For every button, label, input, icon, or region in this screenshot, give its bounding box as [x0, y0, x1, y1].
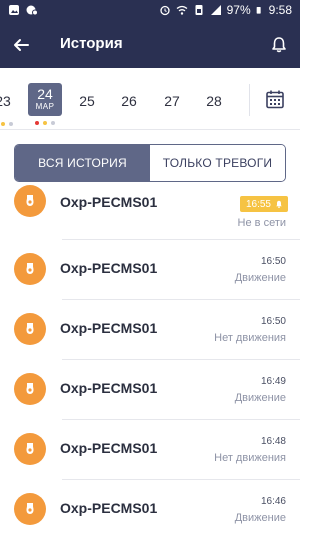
motion-sensor-icon [26, 323, 34, 334]
status-time: 9:58 [268, 3, 292, 17]
signal-icon [210, 5, 221, 15]
date-strip: 23 24 МАР 25 26 27 28 [0, 68, 300, 130]
device-name: Oxp-PECMS01 [60, 500, 158, 516]
device-name: Oxp-PECMS01 [60, 320, 158, 336]
event-list: Oxp-PECMS01 16:55 Не в сети Oxp-PECMS01 … [0, 184, 300, 533]
notifications-button[interactable] [266, 32, 292, 58]
event-row[interactable]: Oxp-PECMS01 16:48 Нет движения [0, 420, 300, 480]
date-indicators [0, 122, 20, 126]
date-day: 25 [79, 93, 95, 109]
history-filter: ВСЯ ИСТОРИЯ ТОЛЬКО ТРЕВОГИ [14, 144, 286, 182]
alert-time-badge: 16:55 [239, 196, 288, 212]
event-status: Движение [234, 512, 286, 524]
event-status: Движение [234, 392, 286, 404]
device-name: Oxp-PECMS01 [60, 260, 158, 276]
avatar [14, 253, 46, 285]
calendar-icon[interactable] [264, 88, 286, 110]
event-status: Нет движения [214, 452, 286, 464]
indicator-dot [35, 121, 39, 125]
date-item[interactable]: 25 [70, 84, 104, 118]
battery-percentage: 97% [226, 3, 251, 17]
motion-sensor-icon [26, 263, 34, 274]
wifi-icon [176, 5, 188, 15]
date-day: 28 [206, 93, 222, 109]
event-row[interactable]: Oxp-PECMS01 16:55 Не в сети [0, 184, 300, 240]
page-title: История [60, 35, 123, 52]
indicator-dot [43, 121, 47, 125]
bell-icon [276, 200, 282, 208]
event-row[interactable]: Oxp-PECMS01 16:49 Движение [0, 360, 300, 420]
device-name: Oxp-PECMS01 [60, 380, 158, 396]
status-bar: 97% 9:58 [0, 0, 300, 22]
date-day: 24 [37, 86, 53, 102]
event-time: 16:50 [260, 256, 286, 267]
device-name: Oxp-PECMS01 [60, 194, 158, 210]
indicator-dot [9, 122, 13, 126]
battery-icon [256, 7, 261, 14]
device-name: Oxp-PECMS01 [60, 440, 158, 456]
event-row[interactable]: Oxp-PECMS01 16:46 Движение [0, 480, 300, 533]
sim-icon [195, 5, 203, 15]
avatar [14, 185, 46, 217]
motion-sensor-icon [26, 383, 34, 394]
back-button[interactable] [8, 32, 34, 58]
event-row[interactable]: Oxp-PECMS01 16:50 Нет движения [0, 300, 300, 360]
date-day: 26 [121, 93, 137, 109]
event-status: Движение [234, 272, 286, 284]
image-notification-icon [9, 5, 19, 15]
event-time: 16:50 [260, 316, 286, 327]
tab-all-history[interactable]: ВСЯ ИСТОРИЯ [15, 145, 150, 181]
date-item[interactable]: 23 [0, 84, 20, 126]
avatar [14, 313, 46, 345]
indicator-dot [1, 122, 5, 126]
motion-sensor-icon [26, 195, 34, 206]
event-status: Не в сети [237, 217, 286, 229]
date-day: 27 [164, 93, 180, 109]
event-time: 16:49 [260, 376, 286, 387]
date-month: МАР [35, 102, 55, 111]
event-row[interactable]: Oxp-PECMS01 16:50 Движение [0, 240, 300, 300]
motion-sensor-icon [26, 503, 34, 514]
date-item[interactable]: 28 [197, 84, 231, 118]
motion-sensor-icon [26, 443, 34, 454]
indicator-dot [51, 121, 55, 125]
event-time: 16:55 [245, 198, 271, 210]
event-status: Нет движения [214, 332, 286, 344]
event-time: 16:46 [260, 496, 286, 507]
event-time: 16:48 [260, 436, 286, 447]
tab-alarms-only[interactable]: ТОЛЬКО ТРЕВОГИ [150, 145, 285, 181]
divider [249, 84, 250, 116]
bell-icon [272, 37, 286, 53]
date-day: 23 [0, 93, 11, 109]
chat-notification-icon [26, 5, 38, 16]
date-item-selected[interactable]: 24 МАР [28, 83, 62, 125]
date-item[interactable]: 26 [112, 84, 146, 118]
avatar [14, 373, 46, 405]
alarm-clock-icon [159, 5, 170, 16]
date-indicators [28, 121, 62, 125]
avatar [14, 433, 46, 465]
arrow-left-icon [14, 39, 29, 51]
avatar [14, 493, 46, 525]
app-bar: История [0, 22, 300, 68]
date-item[interactable]: 27 [155, 84, 189, 118]
